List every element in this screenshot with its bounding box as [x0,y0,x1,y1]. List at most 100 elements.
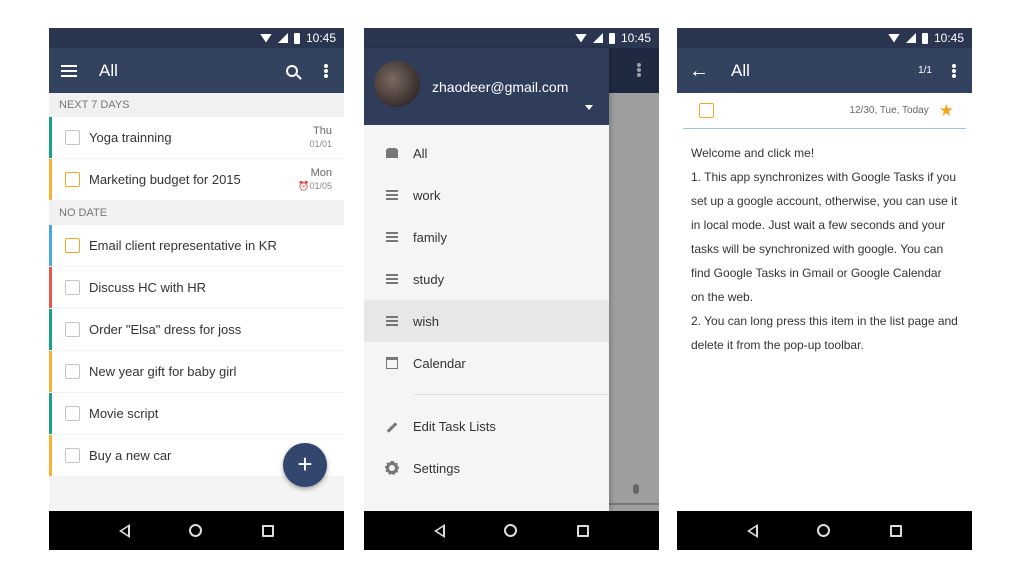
more-options-icon[interactable] [324,63,328,78]
back-icon[interactable] [433,523,445,538]
signal-icon [277,33,288,43]
drawer-item-label: family [413,229,447,245]
list-icon [386,232,398,242]
task-detail-header: 12/30, Tue, Today ★ [683,93,966,129]
home-icon[interactable] [817,524,831,537]
due-day: Thu [313,124,332,137]
add-task-button[interactable]: + [283,443,327,487]
drawer-item-label: Calendar [413,355,466,371]
task-due: Thu 01/01 [309,125,344,151]
drawer-item-label: All [413,145,428,161]
recents-icon[interactable] [577,524,590,537]
list-color-edge [49,159,52,200]
recents-icon[interactable] [262,524,275,537]
due-date: 01/01 [309,138,332,149]
stack-icon [386,148,398,158]
drawer-item-settings[interactable]: Settings [364,447,609,489]
task-detail-screen: 10:45 ← All 1/1 12/30, Tue, Today ★ Welc… [677,28,972,550]
list-color-edge [49,267,52,308]
task-checkbox[interactable] [65,280,80,295]
task-row[interactable]: New year gift for baby girl [49,351,344,393]
back-icon[interactable] [746,523,758,538]
wifi-icon [259,33,272,43]
due-date[interactable]: 12/30, Tue, Today [723,105,928,116]
list-color-edge [49,309,52,350]
status-bar: 10:45 [677,28,972,48]
app-bar: All [49,48,344,93]
drawer-item-all[interactable]: All [364,132,609,174]
account-email: zhaodeer@gmail.com [432,79,569,95]
drawer-item-wish[interactable]: wish [364,300,609,342]
battery-icon [293,32,300,44]
home-icon[interactable] [189,524,203,537]
nav-bar [49,511,344,550]
navigation-drawer: zhaodeer@gmail.com All work family study wis… [364,48,609,511]
list-color-edge [49,393,52,434]
section-header: NEXT 7 DAYS [49,93,344,117]
task-checkbox[interactable] [699,103,714,118]
task-checkbox[interactable] [65,322,80,337]
task-row[interactable]: Order "Elsa" dress for joss [49,309,344,351]
task-checkbox[interactable] [65,406,80,421]
back-arrow-icon[interactable]: ← [689,61,709,81]
list-icon [386,316,398,326]
task-title: Yoga trainning [89,130,172,145]
pencil-icon [386,422,398,433]
menu-icon[interactable] [61,64,77,77]
status-bar: 10:45 [364,28,659,48]
drawer-header: zhaodeer@gmail.com [364,48,609,125]
task-title: Email client representative in KR [89,238,277,253]
wifi-icon [887,33,900,43]
task-checkbox[interactable] [65,364,80,379]
nav-bar [364,511,659,550]
search-icon[interactable] [286,64,298,77]
home-icon[interactable] [504,524,518,537]
due-date: ⏰01/05 [298,180,332,191]
task-title: Movie script [89,406,159,421]
task-note[interactable]: Welcome and click me! 1. This app synchr… [677,129,972,369]
task-row[interactable]: Yoga trainning Thu 01/01 [49,117,344,159]
task-row[interactable]: Marketing budget for 2015 Mon ⏰01/05 [49,159,344,201]
drawer-item-label: Settings [413,460,460,476]
avatar[interactable] [374,61,420,107]
drawer-footer: Edit Task Lists Settings [364,405,609,489]
list-icon [386,190,398,200]
drawer-list: All work family study wish Calendar [364,132,609,384]
scrim[interactable] [609,48,659,511]
signal-icon [905,33,916,43]
nav-bar [677,511,972,550]
drawer-item-family[interactable]: family [364,216,609,258]
recents-icon[interactable] [890,524,903,537]
drawer-item-label: study [413,271,445,287]
task-checkbox[interactable] [65,130,80,145]
star-icon[interactable]: ★ [939,101,954,121]
due-day: Mon [310,166,332,179]
drawer-item-label: work [413,187,441,203]
task-counter: 1/1 [918,65,932,76]
task-row[interactable]: Discuss HC with HR [49,267,344,309]
list-color-edge [49,351,52,392]
task-checkbox[interactable] [65,238,80,253]
drawer-item-edit-task-lists[interactable]: Edit Task Lists [364,405,609,447]
list-color-edge [49,117,52,158]
drawer-item-calendar[interactable]: Calendar [364,342,609,384]
task-row[interactable]: Email client representative in KR [49,225,344,267]
task-title: Order "Elsa" dress for joss [89,322,242,337]
calendar-icon [386,357,398,369]
list-color-edge [49,225,52,266]
task-checkbox[interactable] [65,448,80,463]
microphone-icon [633,484,639,494]
drawer-item-study[interactable]: study [364,258,609,300]
drawer-item-label: wish [413,313,440,329]
task-checkbox[interactable] [65,172,80,187]
task-row[interactable]: Movie script [49,393,344,435]
drawer-item-label: Edit Task Lists [413,418,496,434]
account-dropdown-icon[interactable] [585,105,593,110]
clock: 10:45 [933,31,964,45]
more-options-icon[interactable] [952,63,956,78]
back-icon[interactable] [118,523,130,538]
status-bar: 10:45 [49,28,344,48]
drawer-item-work[interactable]: work [364,174,609,216]
clock: 10:45 [620,31,651,45]
battery-icon [921,32,928,44]
